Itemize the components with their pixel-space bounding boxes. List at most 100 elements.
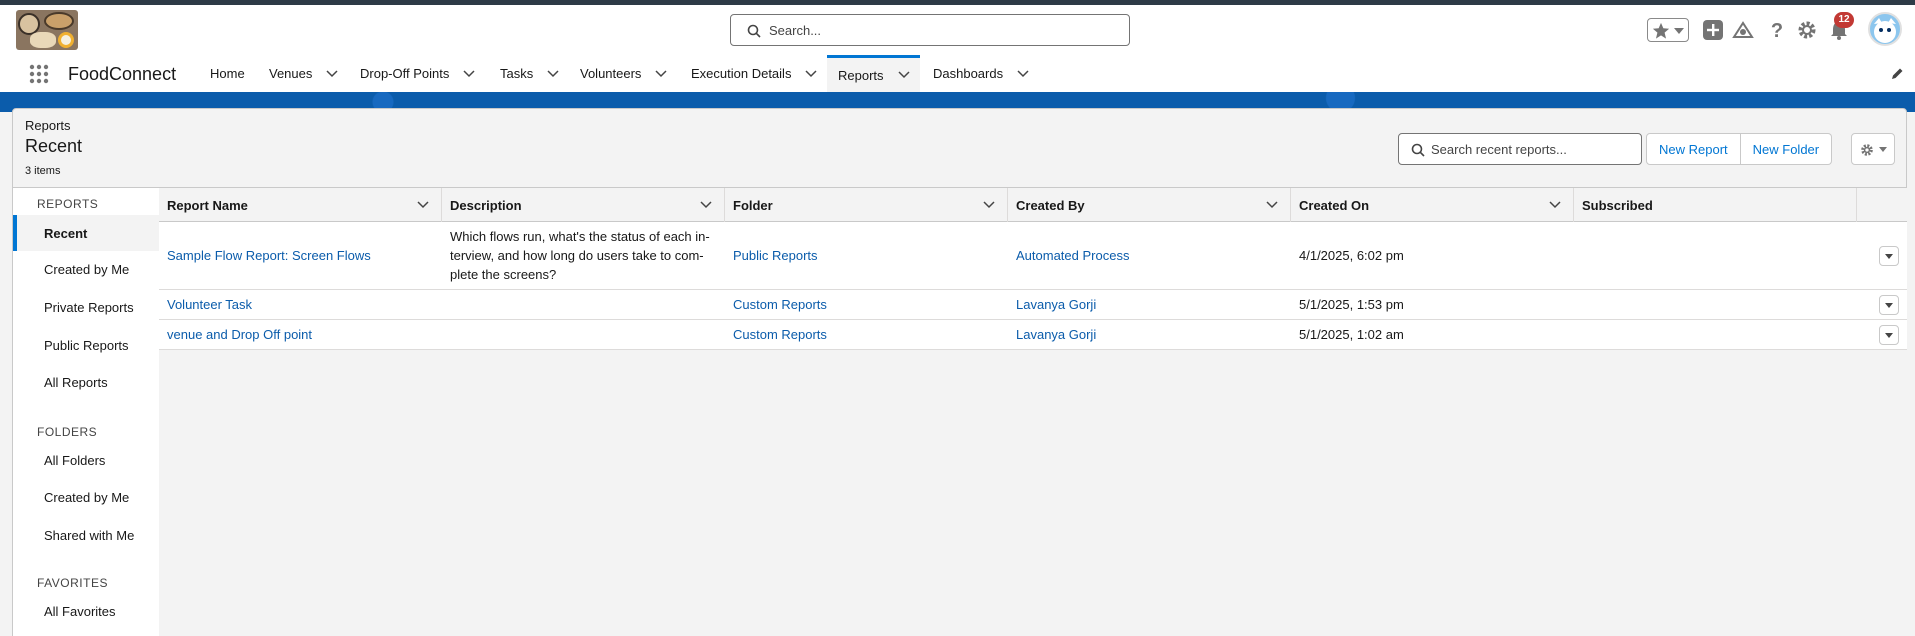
column-header-label: Description [450,197,522,213]
created-by-cell: Lavanya Gorji [1008,290,1291,319]
chevron-down-icon [1885,254,1893,259]
column-header-created-on[interactable]: Created On [1291,188,1574,222]
created-by-cell: Lavanya Gorji [1008,320,1291,349]
folder-cell: Public Reports [725,222,1008,289]
app-launcher-icon[interactable] [28,63,50,85]
column-header-folder[interactable]: Folder [725,188,1008,222]
nav-item-label: Volunteers [580,66,642,81]
org-logo[interactable] [16,10,78,50]
reports-sidebar: REPORTS Recent Created by Me Private Rep… [13,187,159,636]
created-by-cell: Automated Process [1008,222,1291,289]
nav-item-dashboards[interactable]: Dashboards [933,55,1029,92]
sidebar-item-all-reports[interactable]: All Reports [13,364,159,400]
nav-item-volunteers[interactable]: Volunteers [580,55,667,92]
sidebar-item-all-folders[interactable]: All Folders [13,442,159,478]
app-name: FoodConnect [68,64,177,84]
chevron-down-icon[interactable] [326,69,338,78]
nav-item-tasks[interactable]: Tasks [500,55,559,92]
user-link[interactable]: Lavanya Gorji [1016,297,1096,312]
favorites-button[interactable] [1647,18,1689,42]
chevron-down-icon[interactable] [547,69,559,78]
chevron-down-icon[interactable] [898,71,910,79]
setup-gear-icon[interactable] [1796,19,1818,41]
chevron-down-icon [1879,147,1887,152]
column-header-report-name[interactable]: Report Name [159,188,442,222]
row-actions-menu[interactable] [1879,246,1899,266]
sidebar-item-private-reports[interactable]: Private Reports [13,289,159,325]
chevron-down-icon[interactable] [1017,69,1029,78]
global-search-placeholder: Search... [769,23,822,38]
sidebar-item-shared-with-me[interactable]: Shared with Me [13,517,159,553]
column-header-label: Report Name [167,197,248,213]
user-link[interactable]: Lavanya Gorji [1016,327,1096,342]
nav-item-venues[interactable]: Venues [269,55,338,92]
description-line: terview, and how long do users take to c… [450,248,704,263]
page-title: Recent [25,136,83,156]
report-actions-button-group: New Report New Folder [1646,133,1833,165]
user-link[interactable]: Automated Process [1016,248,1129,263]
sidebar-item-folders-created-by-me[interactable]: Created by Me [13,479,159,515]
help-icon[interactable]: ? [1766,19,1788,41]
chevron-down-icon[interactable] [983,201,995,209]
report-link[interactable]: Sample Flow Report: Screen Flows [167,248,371,263]
column-header-description[interactable]: Description [442,188,725,222]
folder-cell: Custom Reports [725,320,1008,349]
sidebar-item-created-by-me[interactable]: Created by Me [13,251,159,287]
new-folder-button[interactable]: New Folder [1740,133,1833,165]
chevron-down-icon[interactable] [805,69,817,78]
folder-link[interactable]: Public Reports [733,248,818,263]
chevron-down-icon [1674,28,1684,34]
description-cell: Which flows run, what's the status of ea… [442,222,725,289]
report-name-cell: Sample Flow Report: Screen Flows [159,222,442,289]
row-actions-menu[interactable] [1879,325,1899,345]
nav-item-drop-off-points[interactable]: Drop-Off Points [360,55,475,92]
chevron-down-icon [1885,333,1893,338]
recent-reports-search-input[interactable]: Search recent reports... [1398,133,1642,165]
description-cell [442,320,725,349]
subscribed-cell [1574,290,1857,319]
chevron-down-icon[interactable] [1266,201,1278,209]
subscribed-cell [1574,222,1857,289]
report-name-cell: Volunteer Task [159,290,442,319]
nav-item-label: Drop-Off Points [360,66,450,81]
reports-list-panel: Reports Recent 3 items Search recent rep… [12,108,1907,636]
chevron-down-icon[interactable] [1549,201,1561,209]
report-link[interactable]: venue and Drop Off point [167,327,312,342]
global-actions-icon[interactable] [1702,19,1724,41]
report-link[interactable]: Volunteer Task [167,297,252,312]
chevron-down-icon[interactable] [700,201,712,209]
table-row: Sample Flow Report: Screen Flows Which f… [159,222,1907,290]
nav-item-reports[interactable]: Reports [827,55,920,92]
global-header: Search... ? 12 [0,5,1915,55]
sidebar-heading-folders: FOLDERS [37,425,98,439]
column-header-created-by[interactable]: Created By [1008,188,1291,222]
breadcrumb[interactable]: Reports [25,118,71,133]
nav-item-execution-details[interactable]: Execution Details [691,55,817,92]
list-settings-button[interactable] [1851,133,1895,165]
astro-avatar-icon [1874,18,1896,43]
folder-link[interactable]: Custom Reports [733,297,827,312]
chevron-down-icon[interactable] [463,69,475,78]
sidebar-heading-favorites: FAVORITES [37,576,108,590]
chevron-down-icon[interactable] [417,201,429,209]
table-row: Volunteer Task Custom Reports Lavanya Go… [159,290,1907,320]
folder-link[interactable]: Custom Reports [733,327,827,342]
chevron-down-icon[interactable] [655,69,667,78]
star-icon [1652,22,1670,39]
user-avatar[interactable] [1868,12,1902,46]
sidebar-item-all-favorites[interactable]: All Favorites [13,593,159,629]
app-navigation-bar: FoodConnect Home Venues Drop-Off Points … [0,55,1915,92]
item-count: 3 items [25,165,61,177]
column-header-label: Folder [733,197,773,213]
trailhead-icon[interactable] [1732,19,1754,41]
new-report-button[interactable]: New Report [1646,133,1741,165]
sidebar-item-recent[interactable]: Recent [13,215,159,251]
global-search-input[interactable]: Search... [730,14,1130,46]
column-header-subscribed[interactable]: Subscribed [1574,188,1857,222]
edit-nav-pencil-icon[interactable] [1890,67,1904,81]
sidebar-item-public-reports[interactable]: Public Reports [13,327,159,363]
search-icon [1411,143,1425,157]
nav-item-home[interactable]: Home [210,55,245,92]
row-actions-menu[interactable] [1879,295,1899,315]
column-header-label: Created By [1016,197,1085,213]
